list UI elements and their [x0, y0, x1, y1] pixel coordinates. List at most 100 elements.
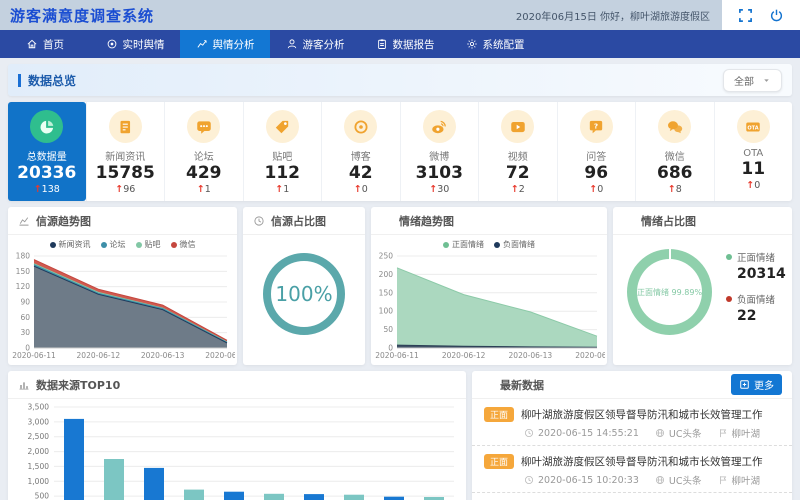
nav-item-label: 数据报告	[393, 37, 435, 52]
stat-value: 15785	[87, 163, 165, 184]
news-title[interactable]: 柳叶湖旅游度假区领导督导防汛和城市长效管理工作	[521, 454, 780, 469]
more-button-label: 更多	[754, 377, 774, 392]
svg-text:2020-06-11: 2020-06-11	[375, 351, 419, 360]
stat-change: ↑30	[401, 184, 479, 195]
nav-item-realtime[interactable]: 实时舆情	[90, 30, 180, 58]
overview-title: 数据总览	[28, 72, 76, 89]
blog-icon	[344, 110, 377, 143]
donut-gap	[669, 248, 671, 259]
svg-text:?: ?	[594, 121, 598, 130]
stat-value: 42	[322, 163, 400, 184]
legend-dot-icon	[171, 242, 177, 248]
stat-change: ↑96	[87, 184, 165, 195]
source-share-donut: 100%	[263, 253, 345, 335]
nav-item-report[interactable]: 数据报告	[360, 30, 450, 58]
tag-icon	[266, 110, 299, 143]
stat-label: 总数据量	[8, 148, 86, 163]
filter-dropdown[interactable]: 全部	[723, 69, 782, 92]
clock-icon	[253, 215, 265, 227]
source-trend-chart: 新闻资讯论坛贴吧微信03060901201501802020-06-112020…	[8, 235, 237, 360]
flag-icon	[718, 475, 728, 485]
nav-item-home[interactable]: 首页	[0, 30, 90, 58]
nav-item-label: 舆情分析	[213, 37, 255, 52]
nav-item-label: 实时舆情	[123, 37, 165, 52]
bars-icon-2	[482, 379, 494, 391]
panel-title: 数据来源TOP10	[36, 377, 120, 393]
nav-item-visitor[interactable]: 游客分析	[270, 30, 360, 58]
svg-text:3,000: 3,000	[28, 418, 50, 427]
emotion-share-chart: 正面情绪 99.89%正面情绪20314负面情绪22	[613, 235, 792, 335]
nav-item-label: 首页	[43, 37, 64, 52]
stat-card-forum: 论坛429↑1	[164, 102, 243, 201]
visitor-icon	[286, 38, 298, 50]
news-source: UC头条	[655, 426, 702, 440]
emotion-trend-chart: 正面情绪负面情绪0501001502002502020-06-112020-06…	[371, 235, 607, 360]
stat-value: 686	[636, 163, 714, 184]
power-icon[interactable]	[769, 8, 784, 23]
qa-icon: ?	[580, 110, 613, 143]
legend-value: 22	[737, 308, 786, 324]
svg-text:2020-06-14: 2020-06-14	[575, 351, 605, 360]
stat-label: OTA	[715, 148, 793, 159]
news-source: UC头条	[655, 473, 702, 487]
source-share-chart: 100%	[243, 253, 365, 335]
svg-text:2020-06-12: 2020-06-12	[77, 351, 121, 360]
legend-dot-icon	[50, 242, 56, 248]
stat-card-news: 新闻资讯15785↑96	[86, 102, 165, 201]
donut-center-text: 正面情绪 99.89%	[637, 287, 702, 298]
flag-icon	[718, 428, 728, 438]
nav-item-analysis[interactable]: 舆情分析	[180, 30, 270, 58]
stat-value: 11	[715, 159, 793, 180]
svg-text:150: 150	[379, 289, 394, 298]
legend-item: 贴吧	[136, 239, 161, 250]
forum-icon	[187, 110, 220, 143]
stat-label: 新闻资讯	[87, 148, 165, 163]
panel-source-share-header: 信源占比图	[243, 207, 365, 235]
main-content: 数据总览 全部 总数据量20336↑138新闻资讯15785↑96论坛429↑1…	[0, 58, 800, 500]
fullscreen-icon[interactable]	[738, 8, 753, 23]
legend-dot-icon	[726, 254, 732, 260]
up-arrow-icon: ↑	[197, 184, 205, 195]
svg-text:OTA: OTA	[748, 125, 759, 131]
stat-card-weibo: 微博3103↑30	[400, 102, 479, 201]
legend-item: 正面情绪	[443, 239, 484, 250]
legend-dot-icon	[101, 242, 107, 248]
legend-item: 负面情绪	[494, 239, 535, 250]
panel-source-trend: 信源趋势图 新闻资讯论坛贴吧微信03060901201501802020-06-…	[8, 207, 237, 365]
panel-title: 信源趋势图	[36, 213, 91, 229]
up-arrow-icon: ↑	[429, 184, 437, 195]
svg-text:1,000: 1,000	[28, 477, 50, 486]
monitor-icon	[106, 38, 118, 50]
news-title[interactable]: 柳叶湖旅游度假区领导督导防汛和城市长效管理工作	[521, 407, 780, 422]
time-icon	[524, 428, 534, 438]
legend-item: 新闻资讯	[50, 239, 91, 250]
date-greeting: 2020年06月15日 你好，柳叶湖旅游度假区	[516, 8, 710, 23]
stat-change: ↑0	[558, 184, 636, 195]
legend-item: 微信	[171, 239, 196, 250]
stat-card-qa: ?问答96↑0	[557, 102, 636, 201]
panel-emotion-trend: 情绪趋势图 正面情绪负面情绪0501001502002502020-06-112…	[371, 207, 607, 365]
stat-value: 20336	[8, 163, 86, 184]
news-site: 柳叶湖	[718, 426, 761, 440]
nav-item-settings[interactable]: 系统配置	[450, 30, 540, 58]
stat-value: 429	[165, 163, 243, 184]
trend-icon-2	[381, 215, 393, 227]
stat-card-video: 视频72↑2	[478, 102, 557, 201]
news-time: 2020-06-15 14:55:21	[524, 428, 639, 439]
svg-text:200: 200	[379, 270, 394, 279]
chart-legend: 新闻资讯论坛贴吧微信	[8, 235, 237, 250]
stat-change: ↑0	[322, 184, 400, 195]
stat-card-blog: 博客42↑0	[321, 102, 400, 201]
emotion-share-donut: 正面情绪 99.89%	[627, 249, 712, 335]
chart-legend: 正面情绪负面情绪	[371, 235, 607, 250]
topbar: 游客满意度调查系统 2020年06月15日 你好，柳叶湖旅游度假区	[0, 0, 800, 30]
more-button[interactable]: 更多	[731, 374, 782, 395]
panel-news: 最新数据 更多 正面柳叶湖旅游度假区领导督导防汛和城市长效管理工作2020-06…	[472, 371, 792, 500]
panel-emotion-share-header: 情绪占比图	[613, 207, 792, 235]
legend-item: 正面情绪20314	[726, 250, 786, 282]
report-icon	[376, 38, 388, 50]
topbar-right: 2020年06月15日 你好，柳叶湖旅游度假区	[516, 0, 800, 30]
svg-text:60: 60	[20, 313, 30, 322]
main-nav: 首页 实时舆情 舆情分析游客分析 数据报告系统配置	[0, 30, 800, 58]
up-arrow-icon: ↑	[34, 184, 42, 195]
